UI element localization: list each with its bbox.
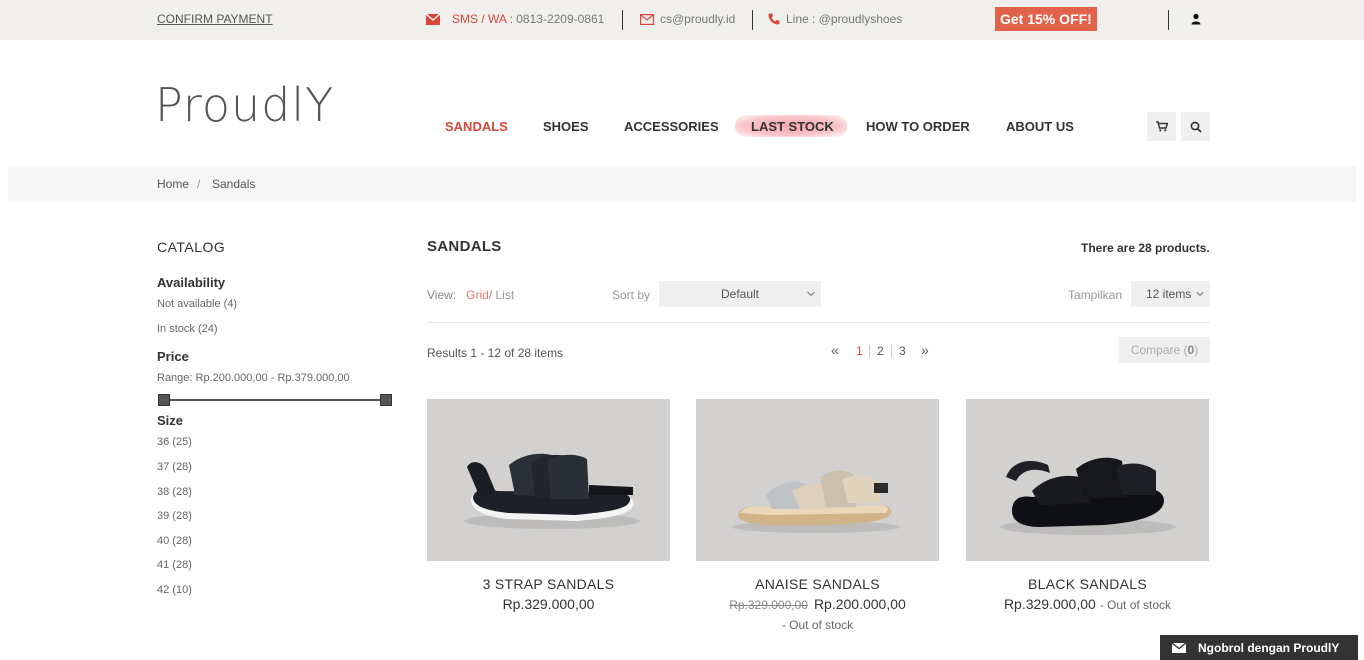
sms-number: 0813-2209-0861 [516, 12, 605, 26]
divider [427, 322, 1210, 323]
sandal-illustration [732, 470, 900, 533]
logo[interactable]: ProudlY [155, 78, 334, 132]
top-bar: CONFIRM PAYMENT SMS / WA : 0813-2209-086… [0, 0, 1364, 40]
search-button[interactable] [1181, 112, 1210, 141]
price-range: Range: Rp.200.000,00 - Rp.379.000,00 [157, 372, 350, 384]
compare-label: Compare ( [1130, 343, 1188, 357]
price-heading: Price [157, 349, 189, 364]
nav-accessories[interactable]: ACCESSORIES [624, 119, 719, 134]
product-image[interactable] [966, 399, 1209, 561]
filter-size-41[interactable]: 41 (28) [157, 559, 192, 571]
view-label: View: [427, 288, 457, 302]
price-slider-min-handle[interactable] [158, 394, 170, 406]
filter-in-stock[interactable]: In stock (24) [157, 323, 218, 335]
results-summary: Results 1 - 12 of 28 items [427, 346, 564, 360]
show-label: Tampilkan [1068, 288, 1123, 302]
sms-contact: SMS / WA : 0813-2209-0861 [426, 12, 604, 26]
sort-select[interactable]: Default [659, 281, 821, 307]
nav-shoes[interactable]: SHOES [543, 119, 589, 134]
line-contact[interactable]: Line : @proudlyshoes [768, 12, 902, 26]
product-name[interactable]: 3 STRAP SANDALS [427, 576, 670, 592]
view-grid-option[interactable]: Grid [466, 288, 489, 302]
product-price: Rp.329.000,00 - Out of stock [966, 596, 1209, 612]
compare-close: ) [1194, 343, 1199, 357]
product-price: Rp.329.000,00 [427, 596, 670, 612]
filter-size-42[interactable]: 42 (10) [157, 584, 192, 596]
compare-button[interactable]: Compare (0) [1119, 337, 1210, 363]
price-slider-track[interactable] [164, 399, 386, 401]
filter-size-36[interactable]: 36 (25) [157, 436, 192, 448]
sms-label: SMS / WA : [452, 12, 513, 26]
category-title: SANDALS [427, 238, 502, 255]
product-stock-status: - Out of stock [1099, 598, 1172, 612]
user-icon[interactable] [1190, 13, 1202, 25]
product-current-price: Rp.329.000,00 [502, 596, 595, 612]
catalog-title: CATALOG [157, 239, 226, 255]
divider [869, 345, 870, 358]
nav-last-stock[interactable]: LAST STOCK [751, 119, 834, 134]
email-contact[interactable]: cs@proudly.id [640, 12, 735, 26]
product-current-price: Rp.200.000,00 [813, 596, 906, 612]
chat-widget[interactable]: Ngobrol dengan ProudlY [1160, 635, 1358, 660]
envelope-icon [640, 13, 654, 25]
envelope-icon [1160, 642, 1198, 653]
breadcrumb-home[interactable]: Home [157, 177, 189, 191]
product-old-price: Rp.329.000,00 [729, 598, 808, 612]
product-current-price: Rp.329.000,00 [1003, 596, 1096, 612]
filter-size-38[interactable]: 38 (28) [157, 486, 192, 498]
divider [752, 10, 753, 30]
chat-label: Ngobrol dengan ProudlY [1198, 640, 1340, 655]
availability-heading: Availability [157, 275, 226, 290]
cart-icon [1155, 121, 1168, 132]
divider [1168, 10, 1169, 30]
product-name[interactable]: ANAISE SANDALS [696, 576, 939, 592]
cart-button[interactable] [1147, 112, 1176, 141]
filter-size-37[interactable]: 37 (28) [157, 461, 192, 473]
product-price: Rp.329.000,00 Rp.200.000,00 [696, 596, 939, 612]
divider [622, 10, 623, 30]
nav-sandals[interactable]: SANDALS [445, 119, 508, 134]
breadcrumb-separator: / [197, 177, 201, 191]
price-slider-max-handle[interactable] [380, 394, 392, 406]
pagination-prev[interactable]: « [831, 342, 839, 358]
chevron-down-icon [807, 291, 815, 297]
sandal-illustration [1000, 457, 1176, 535]
breadcrumb: Home / Sandals [8, 166, 1356, 202]
chevron-down-icon [1196, 291, 1204, 297]
sandal-illustration [464, 453, 640, 529]
breadcrumb-current: Sandals [212, 177, 256, 191]
sort-value: Default [720, 287, 760, 301]
email-address: cs@proudly.id [660, 12, 736, 26]
filter-size-40[interactable]: 40 (28) [157, 535, 192, 547]
nav-how-to-order[interactable]: HOW TO ORDER [866, 119, 970, 134]
confirm-payment-link[interactable]: CONFIRM PAYMENT [157, 12, 273, 26]
filter-not-available[interactable]: Not available (4) [157, 298, 237, 310]
view-toggle: View: Grid/ List [427, 288, 514, 302]
pagination-page-2[interactable]: 2 [877, 344, 884, 358]
product-image[interactable] [696, 399, 939, 561]
items-per-page-value: 12 items [1146, 287, 1192, 301]
filter-size-39[interactable]: 39 (28) [157, 510, 192, 522]
promo-badge[interactable]: Get 15% OFF! [995, 7, 1097, 31]
phone-icon [768, 13, 780, 25]
product-name[interactable]: BLACK SANDALS [966, 576, 1209, 592]
divider [891, 345, 892, 358]
items-per-page-select[interactable]: 12 items [1131, 281, 1210, 307]
size-heading: Size [157, 413, 184, 428]
search-icon [1190, 121, 1202, 133]
product-image[interactable] [427, 399, 670, 561]
pagination-page-1[interactable]: 1 [856, 344, 863, 358]
product-count: There are 28 products. [1081, 241, 1210, 255]
nav-about-us[interactable]: ABOUT US [1006, 119, 1074, 134]
sort-label: Sort by [612, 288, 651, 302]
pagination-page-3[interactable]: 3 [899, 344, 906, 358]
view-list-option[interactable]: List [496, 288, 515, 302]
envelope-icon [426, 13, 440, 25]
product-stock-status: - Out of stock [781, 618, 854, 632]
pagination-next[interactable]: » [921, 342, 929, 358]
view-separator: / [488, 288, 493, 302]
line-id: Line : @proudlyshoes [786, 12, 903, 26]
